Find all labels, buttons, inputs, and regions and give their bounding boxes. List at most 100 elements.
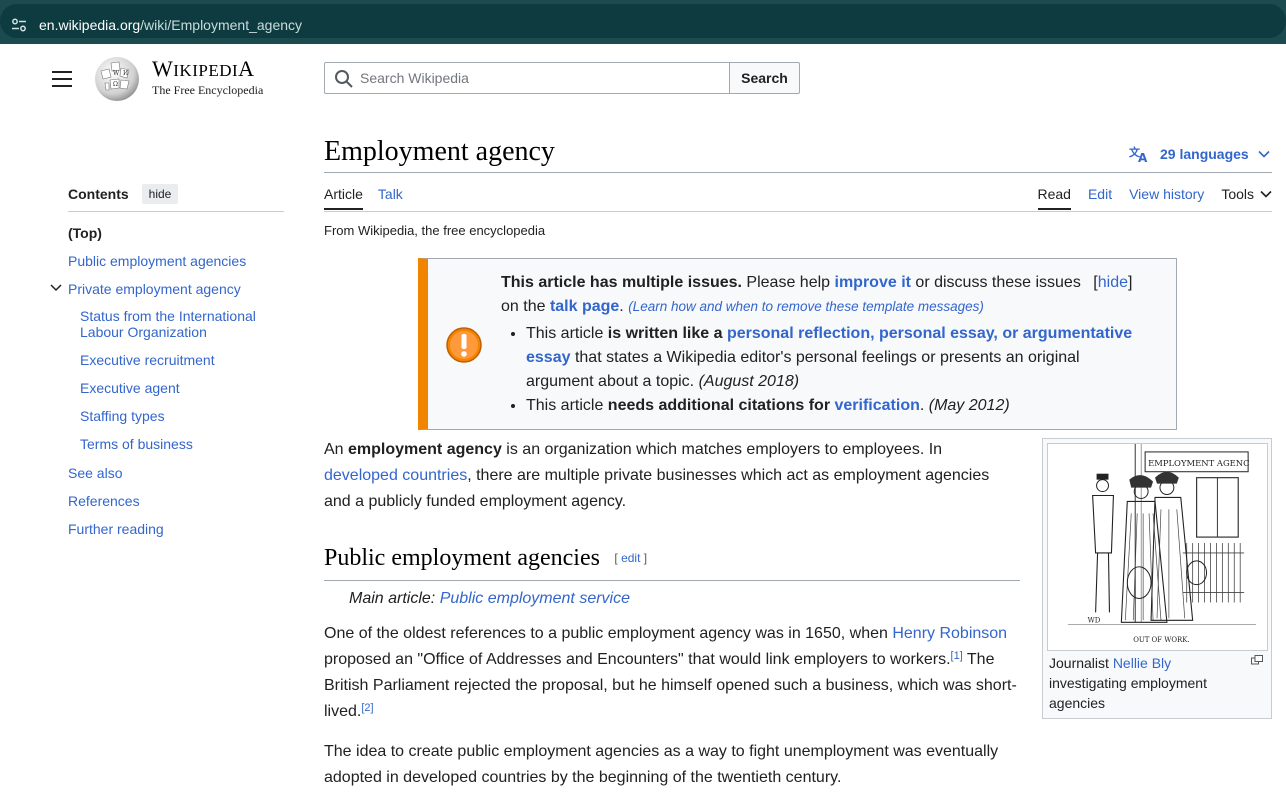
page-title: Employment agency — [324, 136, 555, 167]
namespace-tabs: Article Talk — [324, 186, 403, 210]
chevron-down-icon — [1258, 150, 1270, 158]
url-host: en.wikipedia.org — [39, 17, 141, 33]
search-box[interactable] — [324, 62, 730, 94]
tabs-divider — [324, 211, 1272, 212]
toc-title: Contents — [68, 185, 129, 202]
talk-page-link[interactable]: talk page — [550, 298, 619, 315]
tab-talk[interactable]: Talk — [378, 186, 403, 202]
section-edit-link[interactable]: edit — [621, 551, 640, 565]
bracket: ] — [1127, 274, 1133, 291]
intro-paragraph: An employment agency is an organization … — [324, 437, 1020, 515]
site-subtitle: From Wikipedia, the free encyclopedia — [324, 223, 546, 238]
toc-item-references[interactable]: References — [68, 492, 284, 510]
translate-icon: 文 A — [1129, 145, 1148, 163]
wikipedia-wordmark[interactable]: WIKIPEDIA The Free Encyclopedia — [152, 58, 263, 98]
toc-item-executive-agent[interactable]: Executive agent — [80, 380, 284, 396]
illustration-signature: WD — [1088, 616, 1101, 624]
enlarge-icon[interactable] — [1251, 655, 1263, 665]
verification-link[interactable]: verification — [835, 397, 920, 414]
tab-view-history[interactable]: View history — [1129, 186, 1204, 202]
issue-bold: is written like a — [607, 325, 727, 342]
illustration-caption: OUT OF WORK. — [1133, 636, 1189, 644]
henry-robinson-link[interactable]: Henry Robinson — [892, 625, 1007, 642]
caption-text: Journalist — [1049, 655, 1113, 671]
ambox-text: or discuss these issues — [910, 274, 1081, 291]
thumbnail-caption: Journalist Nellie Bly investigating empl… — [1049, 653, 1245, 713]
toc-item-terms-of-business[interactable]: Terms of business — [80, 436, 284, 452]
svg-text:Ω: Ω — [113, 81, 118, 88]
table-of-contents: Contents hide (Top) Public employment ag… — [50, 182, 284, 548]
url-text[interactable]: en.wikipedia.org/wiki/Employment_agency — [39, 17, 302, 33]
address-bar[interactable]: en.wikipedia.org/wiki/Employment_agency — [0, 4, 1286, 38]
text: An — [324, 441, 349, 458]
tab-edit[interactable]: Edit — [1088, 186, 1112, 202]
ambox-hide-link[interactable]: hide — [1098, 274, 1128, 291]
search-button[interactable]: Search — [729, 62, 800, 94]
paragraph: One of the oldest references to a public… — [324, 621, 1024, 725]
toc-item-status-ilo[interactable]: Status from the International Labour Org… — [80, 308, 270, 340]
issue-item: This article is written like a personal … — [526, 322, 1151, 394]
issue-date: (August 2018) — [698, 373, 800, 390]
warning-icon — [446, 327, 482, 363]
language-button[interactable]: 文 A 29 languages — [1129, 145, 1270, 163]
text: One of the oldest references to a public… — [324, 625, 893, 642]
chevron-down-icon — [1260, 190, 1272, 198]
ambox-hide-control: [hide] — [1093, 274, 1132, 291]
site-settings-icon[interactable] — [11, 17, 27, 33]
section-title: Public employment agencies — [324, 545, 600, 571]
section-edit: [ edit ] — [614, 551, 647, 565]
developed-countries-link[interactable]: developed countries — [324, 467, 467, 484]
nellie-bly-illustration[interactable]: EMPLOYMENT AGENC WD OUT OF WORK. — [1047, 443, 1268, 651]
toc-item-see-also[interactable]: See also — [68, 464, 284, 482]
search-input[interactable] — [360, 67, 720, 89]
toc-header: Contents hide — [68, 182, 284, 212]
toc-item-executive-recruitment[interactable]: Executive recruitment — [80, 352, 284, 368]
wikipedia-globe-logo[interactable]: W И Ω — [91, 53, 143, 103]
toc-item-public-employment-agencies[interactable]: Public employment agencies — [68, 252, 284, 270]
toc-item-further-reading[interactable]: Further reading — [68, 520, 284, 538]
svg-text:W: W — [113, 70, 120, 77]
nellie-bly-link[interactable]: Nellie Bly — [1113, 655, 1171, 671]
issue-text: . — [919, 397, 929, 414]
toc-item-private-employment-agency[interactable]: Private employment agency — [50, 280, 284, 298]
ambox-text: Please help — [741, 274, 835, 291]
url-path: /wiki/Employment_agency — [140, 17, 303, 33]
main-menu-icon[interactable] — [52, 71, 72, 87]
toc-item-staffing-types[interactable]: Staffing types — [80, 408, 284, 424]
ambox-title: This article has multiple issues. — [501, 274, 742, 291]
image-thumbnail: EMPLOYMENT AGENC WD OUT OF WORK. Journal… — [1042, 438, 1272, 719]
ambox-text: . — [619, 298, 629, 315]
wordmark-tagline: The Free Encyclopedia — [152, 83, 264, 97]
section-heading-public: Public employment agencies [ edit ] — [324, 545, 1020, 581]
tools-menu-button[interactable]: Tools — [1221, 186, 1272, 202]
text: proposed an "Office of Addresses and Enc… — [324, 651, 951, 668]
text: is an organization which matches employe… — [501, 441, 943, 458]
ambox-body: This article has multiple issues. Please… — [501, 271, 1151, 418]
language-count: 29 languages — [1160, 146, 1249, 162]
caption-text: investigating employment agencies — [1049, 675, 1207, 711]
main-article-link[interactable]: Public employment service — [440, 590, 630, 607]
reference-link-1[interactable]: [1] — [951, 650, 963, 662]
issue-text: This article — [526, 325, 608, 342]
hatnote-text: Main article: — [349, 590, 440, 607]
reference-link-2[interactable]: [2] — [361, 702, 373, 714]
toc-item-top[interactable]: (Top) — [68, 224, 284, 242]
hatnote: Main article: Public employment service — [349, 587, 630, 611]
toc-item-label: Private employment agency — [68, 281, 241, 297]
tools-label: Tools — [1221, 186, 1254, 202]
wordmark-letter-w: W — [152, 56, 174, 81]
learn-more-link[interactable]: (Learn how and when to remove these temp… — [628, 299, 984, 314]
svg-text:И: И — [123, 70, 128, 77]
view-tabs: Read Edit View history Tools — [1037, 186, 1273, 210]
toc-hide-button[interactable]: hide — [141, 183, 179, 204]
improve-it-link[interactable]: improve it — [835, 274, 911, 291]
toc-list: (Top) Public employment agencies Private… — [50, 224, 284, 538]
issue-text: This article — [526, 397, 608, 414]
tab-article[interactable]: Article — [324, 186, 363, 210]
wordmark-middle: IKIPEDI — [173, 61, 239, 80]
paragraph: The idea to create public employment age… — [324, 743, 999, 786]
chevron-down-icon[interactable] — [49, 281, 63, 295]
tab-read[interactable]: Read — [1037, 186, 1072, 210]
issue-list: This article is written like a personal … — [526, 322, 1151, 418]
ambox-text: on the — [501, 298, 550, 315]
